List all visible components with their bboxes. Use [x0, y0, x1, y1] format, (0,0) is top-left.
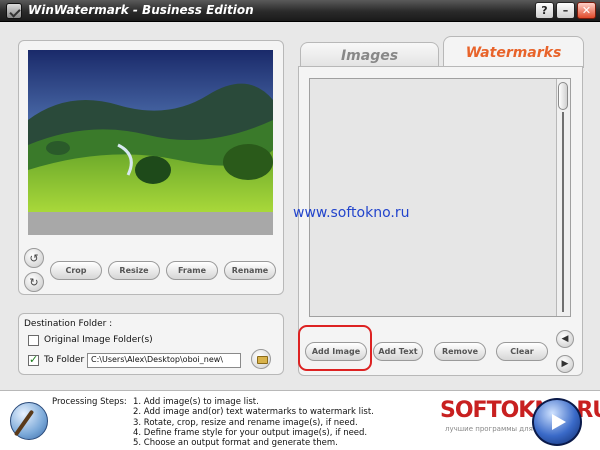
window-title: WinWatermark - Business Edition [28, 3, 254, 17]
to-folder-checkbox[interactable] [28, 353, 39, 366]
window-controls: ? – ✕ [535, 2, 596, 19]
rotate-right-button[interactable]: ↻ [24, 272, 44, 292]
tab-images[interactable]: Images [300, 42, 439, 68]
minimize-button[interactable]: – [556, 2, 575, 19]
move-up-button[interactable]: ◀ [556, 330, 574, 348]
overlay-url-text: www.softokno.ru [293, 205, 410, 221]
clear-button[interactable]: Clear [496, 342, 548, 361]
browse-folder-button[interactable] [251, 349, 271, 369]
scrollbar-thumb[interactable] [558, 82, 568, 110]
watermark-list[interactable] [309, 78, 571, 317]
processing-step: 3. Rotate, crop, resize and rename image… [133, 417, 358, 428]
remove-button[interactable]: Remove [434, 342, 486, 361]
app-icon[interactable] [6, 3, 22, 19]
processing-steps-label: Processing Steps: [52, 397, 127, 407]
add-text-button[interactable]: Add Text [373, 342, 423, 361]
resize-button[interactable]: Resize [108, 261, 160, 280]
help-button[interactable]: ? [535, 2, 554, 19]
processing-step: 2. Add image and(or) text watermarks to … [133, 407, 374, 418]
processing-step: 5. Choose an output format and generate … [133, 438, 338, 449]
processing-step: 1. Add image(s) to image list. [133, 397, 259, 407]
scrollbar-track [562, 112, 564, 312]
add-image-button[interactable]: Add Image [305, 342, 367, 361]
processing-steps-list: 1. Add image(s) to image list. 2. Add im… [133, 397, 374, 448]
original-folder-label: Original Image Folder(s) [44, 335, 153, 345]
preview-landscape-image [28, 50, 273, 212]
close-button[interactable]: ✕ [577, 2, 596, 19]
move-down-button[interactable]: ▶ [556, 355, 574, 373]
rotate-left-button[interactable]: ↺ [24, 248, 44, 268]
destination-path-input[interactable]: C:\Users\Alex\Desktop\oboi_new\ [87, 353, 241, 368]
processing-step: 4. Define frame style for your output im… [133, 427, 368, 438]
title-bar[interactable]: WinWatermark - Business Edition ? – ✕ [0, 0, 600, 22]
frame-button[interactable]: Frame [166, 261, 218, 280]
tab-watermarks[interactable]: Watermarks [443, 36, 584, 68]
crop-button[interactable]: Crop [50, 261, 102, 280]
destination-folder-title: Destination Folder : [24, 319, 113, 329]
to-folder-label: To Folder [44, 355, 85, 365]
image-preview [28, 50, 273, 235]
play-arrow-icon [552, 414, 566, 430]
original-folder-checkbox[interactable] [28, 335, 39, 346]
rename-button[interactable]: Rename [224, 261, 276, 280]
